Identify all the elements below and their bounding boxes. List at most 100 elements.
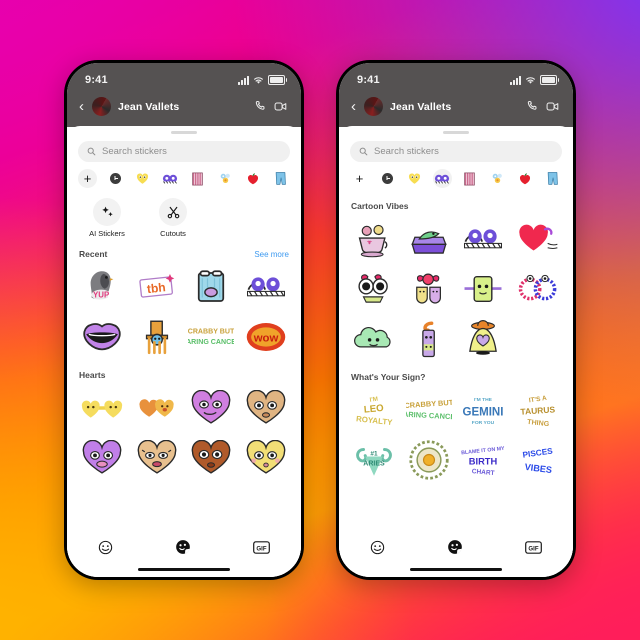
avatar[interactable]	[92, 97, 111, 116]
emoji-tab[interactable]	[98, 540, 113, 560]
birth-chart-sticker[interactable]: BLAME IT ON MY BIRTH CHART	[456, 436, 511, 484]
avatar[interactable]	[364, 97, 383, 116]
back-button[interactable]: ‹	[350, 99, 357, 114]
crying-window-sticker[interactable]	[184, 263, 239, 311]
hearts-pack-tab[interactable]	[133, 169, 152, 188]
search-area: Search stickers	[339, 134, 573, 162]
gif-tab[interactable]: GIF	[253, 540, 270, 559]
wifi-icon	[526, 76, 535, 84]
status-indicators	[238, 75, 287, 85]
purple-heart-face-sticker[interactable]	[184, 384, 239, 432]
phone-call-icon[interactable]	[526, 100, 539, 113]
popcorn-icon	[192, 172, 203, 185]
add-sticker-tab[interactable]: +	[350, 169, 369, 188]
green-cloud-face-sticker[interactable]	[347, 315, 402, 363]
see-more-link[interactable]: See more	[254, 250, 289, 259]
ghost-hat-heart-sticker[interactable]	[456, 315, 511, 363]
svg-text:THING: THING	[527, 419, 550, 428]
recent-tab[interactable]	[378, 169, 397, 188]
cutouts-button[interactable]: Cutouts	[151, 198, 195, 238]
hearts-pack-tab[interactable]	[405, 169, 424, 188]
orange-hugging-hearts-sticker[interactable]	[130, 384, 185, 432]
svg-text:I'M THE: I'M THE	[474, 397, 493, 403]
svg-text:GIF: GIF	[528, 545, 538, 552]
gif-icon: GIF	[253, 540, 270, 554]
section-header-recent: Recent See more	[67, 240, 301, 261]
gemini-sticker[interactable]: I'M THE GEMINI FOR YOU	[456, 386, 511, 434]
flower-bunch-icon	[220, 173, 230, 183]
sticker-tab[interactable]	[175, 539, 191, 560]
pants-pack-tab[interactable]	[271, 169, 290, 188]
svg-text:CRABBY BUT: CRABBY BUT	[406, 398, 452, 410]
glasses-eyes-icon	[162, 174, 178, 184]
tan-heart-lashes-sticker[interactable]	[130, 434, 185, 482]
red-heart-arrow-sticker[interactable]	[511, 215, 566, 263]
sticker-scroll-area[interactable]: AI Stickers Cutouts Recent See more YUP …	[67, 192, 301, 531]
red-apple-icon	[247, 172, 258, 184]
svg-text:GIF: GIF	[256, 545, 266, 552]
chat-header: 9:41 ‹ Jean Vallets	[339, 63, 573, 127]
battery-icon	[540, 75, 559, 85]
section-title: What's Your Sign?	[351, 372, 426, 382]
cancer-sticker[interactable]: CRABBY BUT CARING CANCER	[402, 386, 457, 434]
taurus-sticker[interactable]: IT'S A TAURUS THING	[511, 386, 566, 434]
pisces-vibes-sticker[interactable]: PISCES VIBES	[511, 436, 566, 484]
aries-sticker[interactable]: #1 ARIES	[347, 436, 402, 484]
home-indicator	[138, 568, 230, 571]
twin-yellow-hearts-sticker[interactable]	[75, 384, 130, 432]
popcorn-pack-tab[interactable]	[460, 169, 479, 188]
apple-pack-tab[interactable]	[515, 169, 534, 188]
ai-stickers-button[interactable]: AI Stickers	[85, 198, 129, 238]
pigeon-yup-sticker[interactable]: YUP	[75, 263, 130, 311]
heart-face-icon	[137, 173, 149, 184]
flowers-pack-tab[interactable]	[488, 169, 507, 188]
video-call-icon[interactable]	[546, 100, 560, 113]
blue-face-table-sticker[interactable]	[130, 313, 185, 361]
sticker-sheet: Search stickers +	[67, 126, 301, 577]
search-input[interactable]: Search stickers	[350, 141, 562, 162]
svg-text:ARIES: ARIES	[364, 460, 386, 467]
violet-heart-lips-sticker[interactable]	[75, 434, 130, 482]
bow-eyes-glasses-sticker[interactable]	[347, 265, 402, 313]
svg-text:BLAME IT ON MY: BLAME IT ON MY	[461, 446, 505, 457]
add-sticker-tab[interactable]: +	[78, 169, 97, 188]
cartoon-vibes-pack-tab[interactable]	[432, 169, 452, 188]
section-title: Cartoon Vibes	[351, 201, 409, 211]
sun-sign-sticker[interactable]	[402, 436, 457, 484]
leo-royalty-sticker[interactable]: I'M LEO ROYALTY	[347, 386, 402, 434]
sticker-scroll-area[interactable]: Cartoon Vibes What's Your Sign? I'M LEO …	[339, 192, 573, 531]
crabby-cancer-text-sticker[interactable]: CRABBY BUT CARING CANCER	[184, 313, 239, 361]
svg-text:ROYALTY: ROYALTY	[356, 414, 394, 427]
tbh-sticker[interactable]: tbh	[130, 263, 185, 311]
chat-nav-row: ‹ Jean Vallets	[339, 90, 573, 127]
flowers-pack-tab[interactable]	[216, 169, 235, 188]
teacup-bears-sticker[interactable]	[347, 215, 402, 263]
pants-pack-tab[interactable]	[543, 169, 562, 188]
status-bar: 9:41	[339, 70, 573, 90]
phone-call-icon[interactable]	[254, 100, 267, 113]
cartoon-vibes-pack-tab[interactable]	[161, 169, 180, 188]
brown-heart-pout-sticker[interactable]	[184, 434, 239, 482]
cutouts-label: Cutouts	[160, 229, 186, 238]
yellow-heart-kiss-sticker[interactable]	[239, 434, 294, 482]
purple-eyes-glasses-sticker[interactable]	[239, 263, 294, 311]
svg-text:CARING CANCER: CARING CANCER	[188, 339, 234, 346]
tan-heart-face-sticker[interactable]	[239, 384, 294, 432]
emoji-tab[interactable]	[370, 540, 385, 560]
popcorn-pack-tab[interactable]	[188, 169, 207, 188]
back-button[interactable]: ‹	[78, 99, 85, 114]
beaded-hoop-earrings-sticker[interactable]	[511, 265, 566, 313]
video-call-icon[interactable]	[274, 100, 288, 113]
gif-tab[interactable]: GIF	[525, 540, 542, 559]
recent-tab[interactable]	[106, 169, 125, 188]
umbrella-face-sticker[interactable]	[402, 315, 457, 363]
search-input[interactable]: Search stickers	[78, 141, 290, 162]
green-phone-face-sticker[interactable]	[456, 265, 511, 313]
purple-eyes-glasses-sticker[interactable]	[456, 215, 511, 263]
purple-lips-sticker[interactable]	[75, 313, 130, 361]
wow-flame-sticker[interactable]: wow	[239, 313, 294, 361]
green-gator-sofa-sticker[interactable]	[402, 215, 457, 263]
sticker-tab[interactable]	[447, 539, 463, 560]
apple-pack-tab[interactable]	[243, 169, 262, 188]
candy-teeth-sticker[interactable]	[402, 265, 457, 313]
